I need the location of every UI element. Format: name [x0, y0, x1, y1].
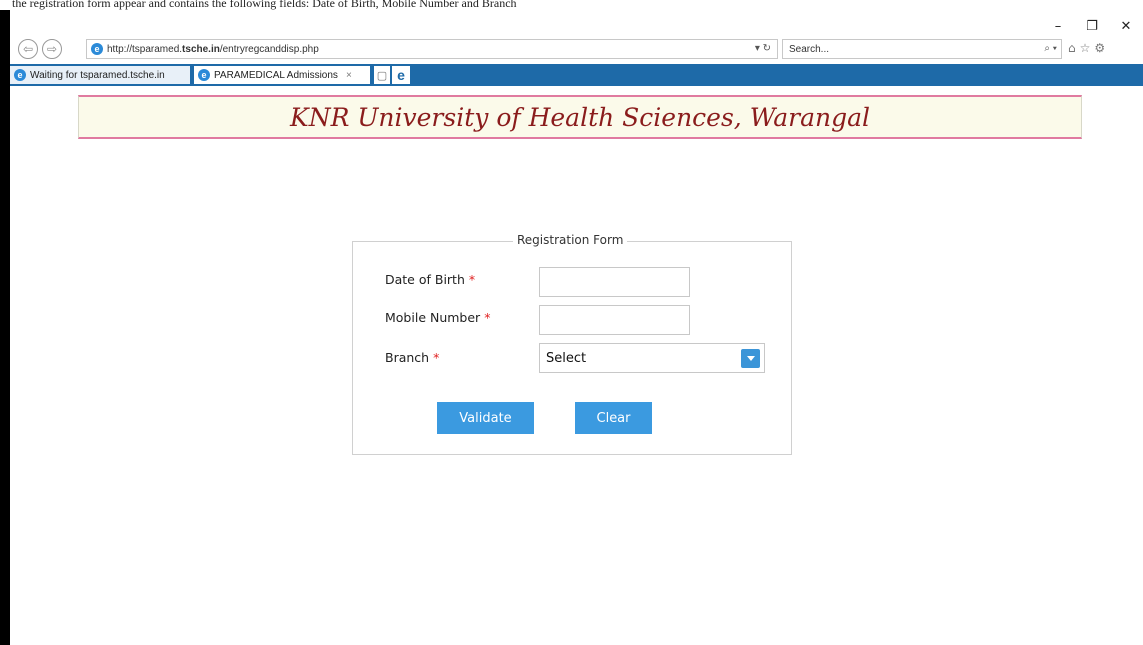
edge-icon[interactable]: e [392, 66, 410, 84]
new-tab-icon[interactable]: ▢ [374, 66, 390, 84]
clear-button[interactable]: Clear [575, 402, 652, 434]
ie-icon: e [198, 69, 210, 81]
home-icon[interactable]: ⌂ [1068, 41, 1076, 55]
forward-button[interactable]: ⇨ [42, 39, 62, 59]
branch-label: Branch * [385, 350, 439, 365]
branch-selected-value: Select [546, 350, 587, 366]
restore-button[interactable]: ❐ [1075, 14, 1109, 38]
ie-icon: e [14, 69, 26, 81]
back-arrow-icon: ⇦ [22, 42, 34, 56]
close-tab-icon[interactable]: × [346, 70, 352, 81]
minimize-button[interactable]: – [1041, 14, 1075, 38]
validate-button[interactable]: Validate [437, 402, 534, 434]
browser-window: – ❐ ✕ ⇦ ⇨ e http://tsparamed. tsche.in/en… [10, 10, 1143, 645]
mobile-label-text: Mobile Number [385, 310, 481, 325]
page-content: KNR University of Health Sciences, Waran… [10, 86, 1143, 645]
dob-input[interactable] [539, 267, 690, 297]
close-window-button[interactable]: ✕ [1109, 14, 1143, 38]
required-mark: * [484, 310, 491, 325]
branch-select[interactable]: Select [539, 343, 765, 373]
star-icon[interactable]: ☆ [1080, 41, 1091, 55]
search-icon[interactable]: ⌕ ▾ [1044, 43, 1057, 54]
toolbar-icons: ⌂ ☆ ⚙ [1068, 41, 1105, 55]
tab-loading[interactable]: e Waiting for tsparamed.tsche.in [10, 66, 190, 84]
gear-icon[interactable]: ⚙ [1094, 41, 1105, 55]
tab-paramedical[interactable]: e PARAMEDICAL Admissions × [194, 66, 370, 84]
page-title: KNR University of Health Sciences, Waran… [290, 102, 870, 132]
university-banner: KNR University of Health Sciences, Waran… [78, 95, 1082, 139]
mobile-input[interactable] [539, 305, 690, 335]
chevron-down-icon[interactable] [741, 349, 760, 368]
required-mark: * [433, 350, 440, 365]
address-bar[interactable]: e http://tsparamed. tsche.in/entryregcand… [86, 39, 778, 59]
dob-label: Date of Birth * [385, 272, 475, 287]
ie-icon: e [91, 43, 103, 55]
back-button[interactable]: ⇦ [18, 39, 38, 59]
dob-label-text: Date of Birth [385, 272, 465, 287]
search-placeholder: Search... [789, 43, 830, 55]
address-prefix: http://tsparamed. [107, 43, 183, 55]
search-input[interactable]: Search... ⌕ ▾ [782, 39, 1062, 59]
window-controls: – ❐ ✕ [1041, 14, 1143, 38]
branch-label-text: Branch [385, 350, 430, 365]
top-caption: the registration form appear and contain… [0, 0, 1143, 10]
registration-form: Registration Form Date of Birth * Mobile … [352, 233, 792, 455]
address-row: ⇦ ⇨ e http://tsparamed. tsche.in/entryreg… [10, 38, 1143, 62]
form-legend: Registration Form [513, 233, 628, 247]
refresh-icon[interactable]: ▾ ↻ [755, 43, 771, 54]
address-domain: tsche.in [182, 43, 220, 55]
address-path: /entryregcanddisp.php [219, 43, 319, 55]
tab-row: e Waiting for tsparamed.tsche.in e PARAM… [10, 64, 1143, 86]
mobile-label: Mobile Number * [385, 310, 490, 325]
required-mark: * [468, 272, 476, 287]
tab-label: Waiting for tsparamed.tsche.in [30, 69, 165, 81]
tab-label: PARAMEDICAL Admissions [214, 69, 338, 81]
forward-arrow-icon: ⇨ [46, 42, 58, 56]
